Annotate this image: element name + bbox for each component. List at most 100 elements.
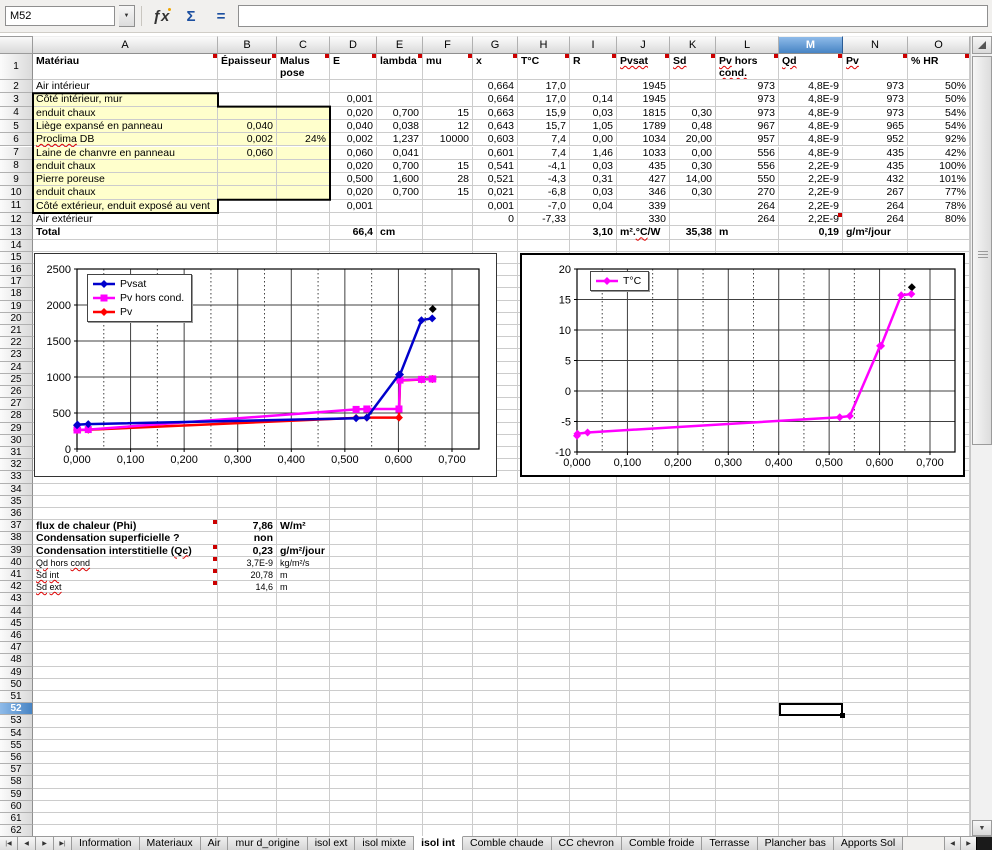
cell-M59[interactable] xyxy=(779,788,843,801)
cell-C6[interactable]: 24% xyxy=(277,133,330,147)
cell-A48[interactable] xyxy=(33,654,218,667)
cell-B62[interactable] xyxy=(218,825,277,836)
cell-A34[interactable] xyxy=(33,483,218,496)
cell-L55[interactable] xyxy=(716,739,779,752)
cell-I46[interactable] xyxy=(570,630,617,643)
cell-J36[interactable] xyxy=(617,508,670,521)
tab-scroll-right-icon[interactable]: ▶ xyxy=(960,837,976,850)
cell-E52[interactable] xyxy=(377,703,423,716)
cell-G59[interactable] xyxy=(473,788,518,801)
cell-D2[interactable] xyxy=(330,80,377,94)
cell-F7[interactable] xyxy=(423,146,473,160)
cell-O53[interactable] xyxy=(908,715,970,728)
cell-M3[interactable]: 4,8E-9 xyxy=(779,93,843,107)
cell-K61[interactable] xyxy=(670,813,716,826)
cell-E4[interactable]: 0,700 xyxy=(377,106,423,120)
cell-I34[interactable] xyxy=(570,483,617,496)
cell-D51[interactable] xyxy=(330,691,377,704)
cell-J12[interactable]: 330 xyxy=(617,213,670,227)
cell-G42[interactable] xyxy=(473,581,518,594)
cell-A60[interactable] xyxy=(33,800,218,813)
cell-O57[interactable] xyxy=(908,764,970,777)
row-header-9[interactable]: 9 xyxy=(0,173,33,187)
cell-J9[interactable]: 427 xyxy=(617,173,670,187)
cell-L62[interactable] xyxy=(716,825,779,836)
cell-G7[interactable]: 0,601 xyxy=(473,146,518,160)
row-header-41[interactable]: 41 xyxy=(0,569,33,582)
cell-B35[interactable] xyxy=(218,495,277,508)
cell-O47[interactable] xyxy=(908,642,970,655)
cell-F52[interactable] xyxy=(423,703,473,716)
cell-E35[interactable] xyxy=(377,495,423,508)
cell-A11[interactable]: Côté extérieur, enduit exposé au vent xyxy=(33,199,218,213)
col-header-C[interactable]: C xyxy=(277,36,330,54)
row-header-23[interactable]: 23 xyxy=(0,349,33,362)
cell-I44[interactable] xyxy=(570,605,617,618)
cell-O55[interactable] xyxy=(908,739,970,752)
row-header-61[interactable]: 61 xyxy=(0,813,33,826)
cell-I45[interactable] xyxy=(570,617,617,630)
cell-J41[interactable] xyxy=(617,569,670,582)
row-header-34[interactable]: 34 xyxy=(0,483,33,496)
row-header-55[interactable]: 55 xyxy=(0,739,33,752)
cell-M1[interactable]: Qd xyxy=(779,54,843,80)
cell-I41[interactable] xyxy=(570,569,617,582)
cell-F3[interactable] xyxy=(423,93,473,107)
cell-I38[interactable] xyxy=(570,532,617,545)
cell-D36[interactable] xyxy=(330,508,377,521)
temp-chart[interactable]: 0,000 0,100 0,200 0,300 0,400 0,500 0,600 0,700… xyxy=(520,253,965,477)
horizontal-scrollbar-thumb[interactable] xyxy=(976,837,992,850)
cell-E12[interactable] xyxy=(377,213,423,227)
cell-G58[interactable] xyxy=(473,776,518,789)
cell-H36[interactable] xyxy=(518,508,570,521)
row-header-45[interactable]: 45 xyxy=(0,617,33,630)
cell-B45[interactable] xyxy=(218,617,277,630)
cell-F37[interactable] xyxy=(423,520,473,533)
row-header-36[interactable]: 36 xyxy=(0,508,33,521)
cell-G35[interactable] xyxy=(473,495,518,508)
cell-C54[interactable] xyxy=(277,727,330,740)
sum-icon[interactable]: Σ xyxy=(178,5,204,27)
fill-handle[interactable] xyxy=(840,713,845,719)
cell-H1[interactable]: T°C xyxy=(518,54,570,80)
cell-F8[interactable]: 15 xyxy=(423,159,473,174)
cell-M35[interactable] xyxy=(779,495,843,508)
cell-F36[interactable] xyxy=(423,508,473,521)
cell-C46[interactable] xyxy=(277,630,330,643)
cell-N52[interactable] xyxy=(843,703,908,716)
cell-F13[interactable] xyxy=(423,226,473,240)
cell-D49[interactable] xyxy=(330,666,377,679)
name-box[interactable] xyxy=(5,6,115,26)
cell-N2[interactable]: 973 xyxy=(843,80,908,94)
cell-E3[interactable] xyxy=(377,93,423,107)
cell-O9[interactable]: 101% xyxy=(908,173,970,187)
cell-H44[interactable] xyxy=(518,605,570,618)
cell-I48[interactable] xyxy=(570,654,617,667)
cell-F56[interactable] xyxy=(423,752,473,765)
cell-I47[interactable] xyxy=(570,642,617,655)
cell-L61[interactable] xyxy=(716,813,779,826)
cell-G56[interactable] xyxy=(473,752,518,765)
col-header-N[interactable]: N xyxy=(843,36,908,54)
cell-N43[interactable] xyxy=(843,593,908,606)
row-header-49[interactable]: 49 xyxy=(0,666,33,679)
cell-N13[interactable]: g/m²/jour xyxy=(843,226,908,240)
cell-H6[interactable]: 7,4 xyxy=(518,133,570,147)
cell-B59[interactable] xyxy=(218,788,277,801)
cell-H46[interactable] xyxy=(518,630,570,643)
cell-F50[interactable] xyxy=(423,678,473,691)
cell-B7[interactable]: 0,060 xyxy=(218,146,277,160)
cell-H42[interactable] xyxy=(518,581,570,594)
cell-K2[interactable] xyxy=(670,80,716,94)
row-header-60[interactable]: 60 xyxy=(0,800,33,813)
sheet-tab-comble-froide[interactable]: Comble froide xyxy=(621,837,703,850)
cell-O37[interactable] xyxy=(908,520,970,533)
cell-I51[interactable] xyxy=(570,691,617,704)
cell-F42[interactable] xyxy=(423,581,473,594)
cell-G1[interactable]: x xyxy=(473,54,518,80)
cell-E8[interactable]: 0,700 xyxy=(377,159,423,174)
cell-M49[interactable] xyxy=(779,666,843,679)
cell-I4[interactable]: 0,03 xyxy=(570,106,617,120)
cell-J53[interactable] xyxy=(617,715,670,728)
cell-A8[interactable]: enduit chaux xyxy=(33,159,218,174)
